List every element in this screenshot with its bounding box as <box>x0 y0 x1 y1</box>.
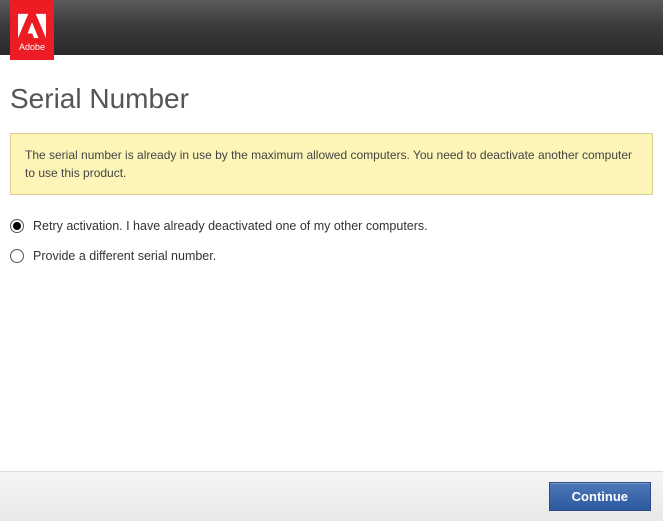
header-bar: Adobe <box>0 0 663 55</box>
page-title: Serial Number <box>10 83 653 115</box>
adobe-a-icon <box>18 12 46 40</box>
options-group: Retry activation. I have already deactiv… <box>10 219 653 263</box>
main-content: Serial Number The serial number is alrea… <box>0 55 663 263</box>
option-label: Provide a different serial number. <box>33 249 216 263</box>
option-label: Retry activation. I have already deactiv… <box>33 219 428 233</box>
footer-bar: Continue <box>0 471 663 521</box>
brand-name: Adobe <box>19 42 45 52</box>
adobe-logo: Adobe <box>10 0 54 60</box>
radio-icon <box>10 219 24 233</box>
option-retry-activation[interactable]: Retry activation. I have already deactiv… <box>10 219 653 233</box>
option-provide-serial[interactable]: Provide a different serial number. <box>10 249 653 263</box>
radio-icon <box>10 249 24 263</box>
warning-message: The serial number is already in use by t… <box>10 133 653 195</box>
continue-button[interactable]: Continue <box>549 482 651 511</box>
